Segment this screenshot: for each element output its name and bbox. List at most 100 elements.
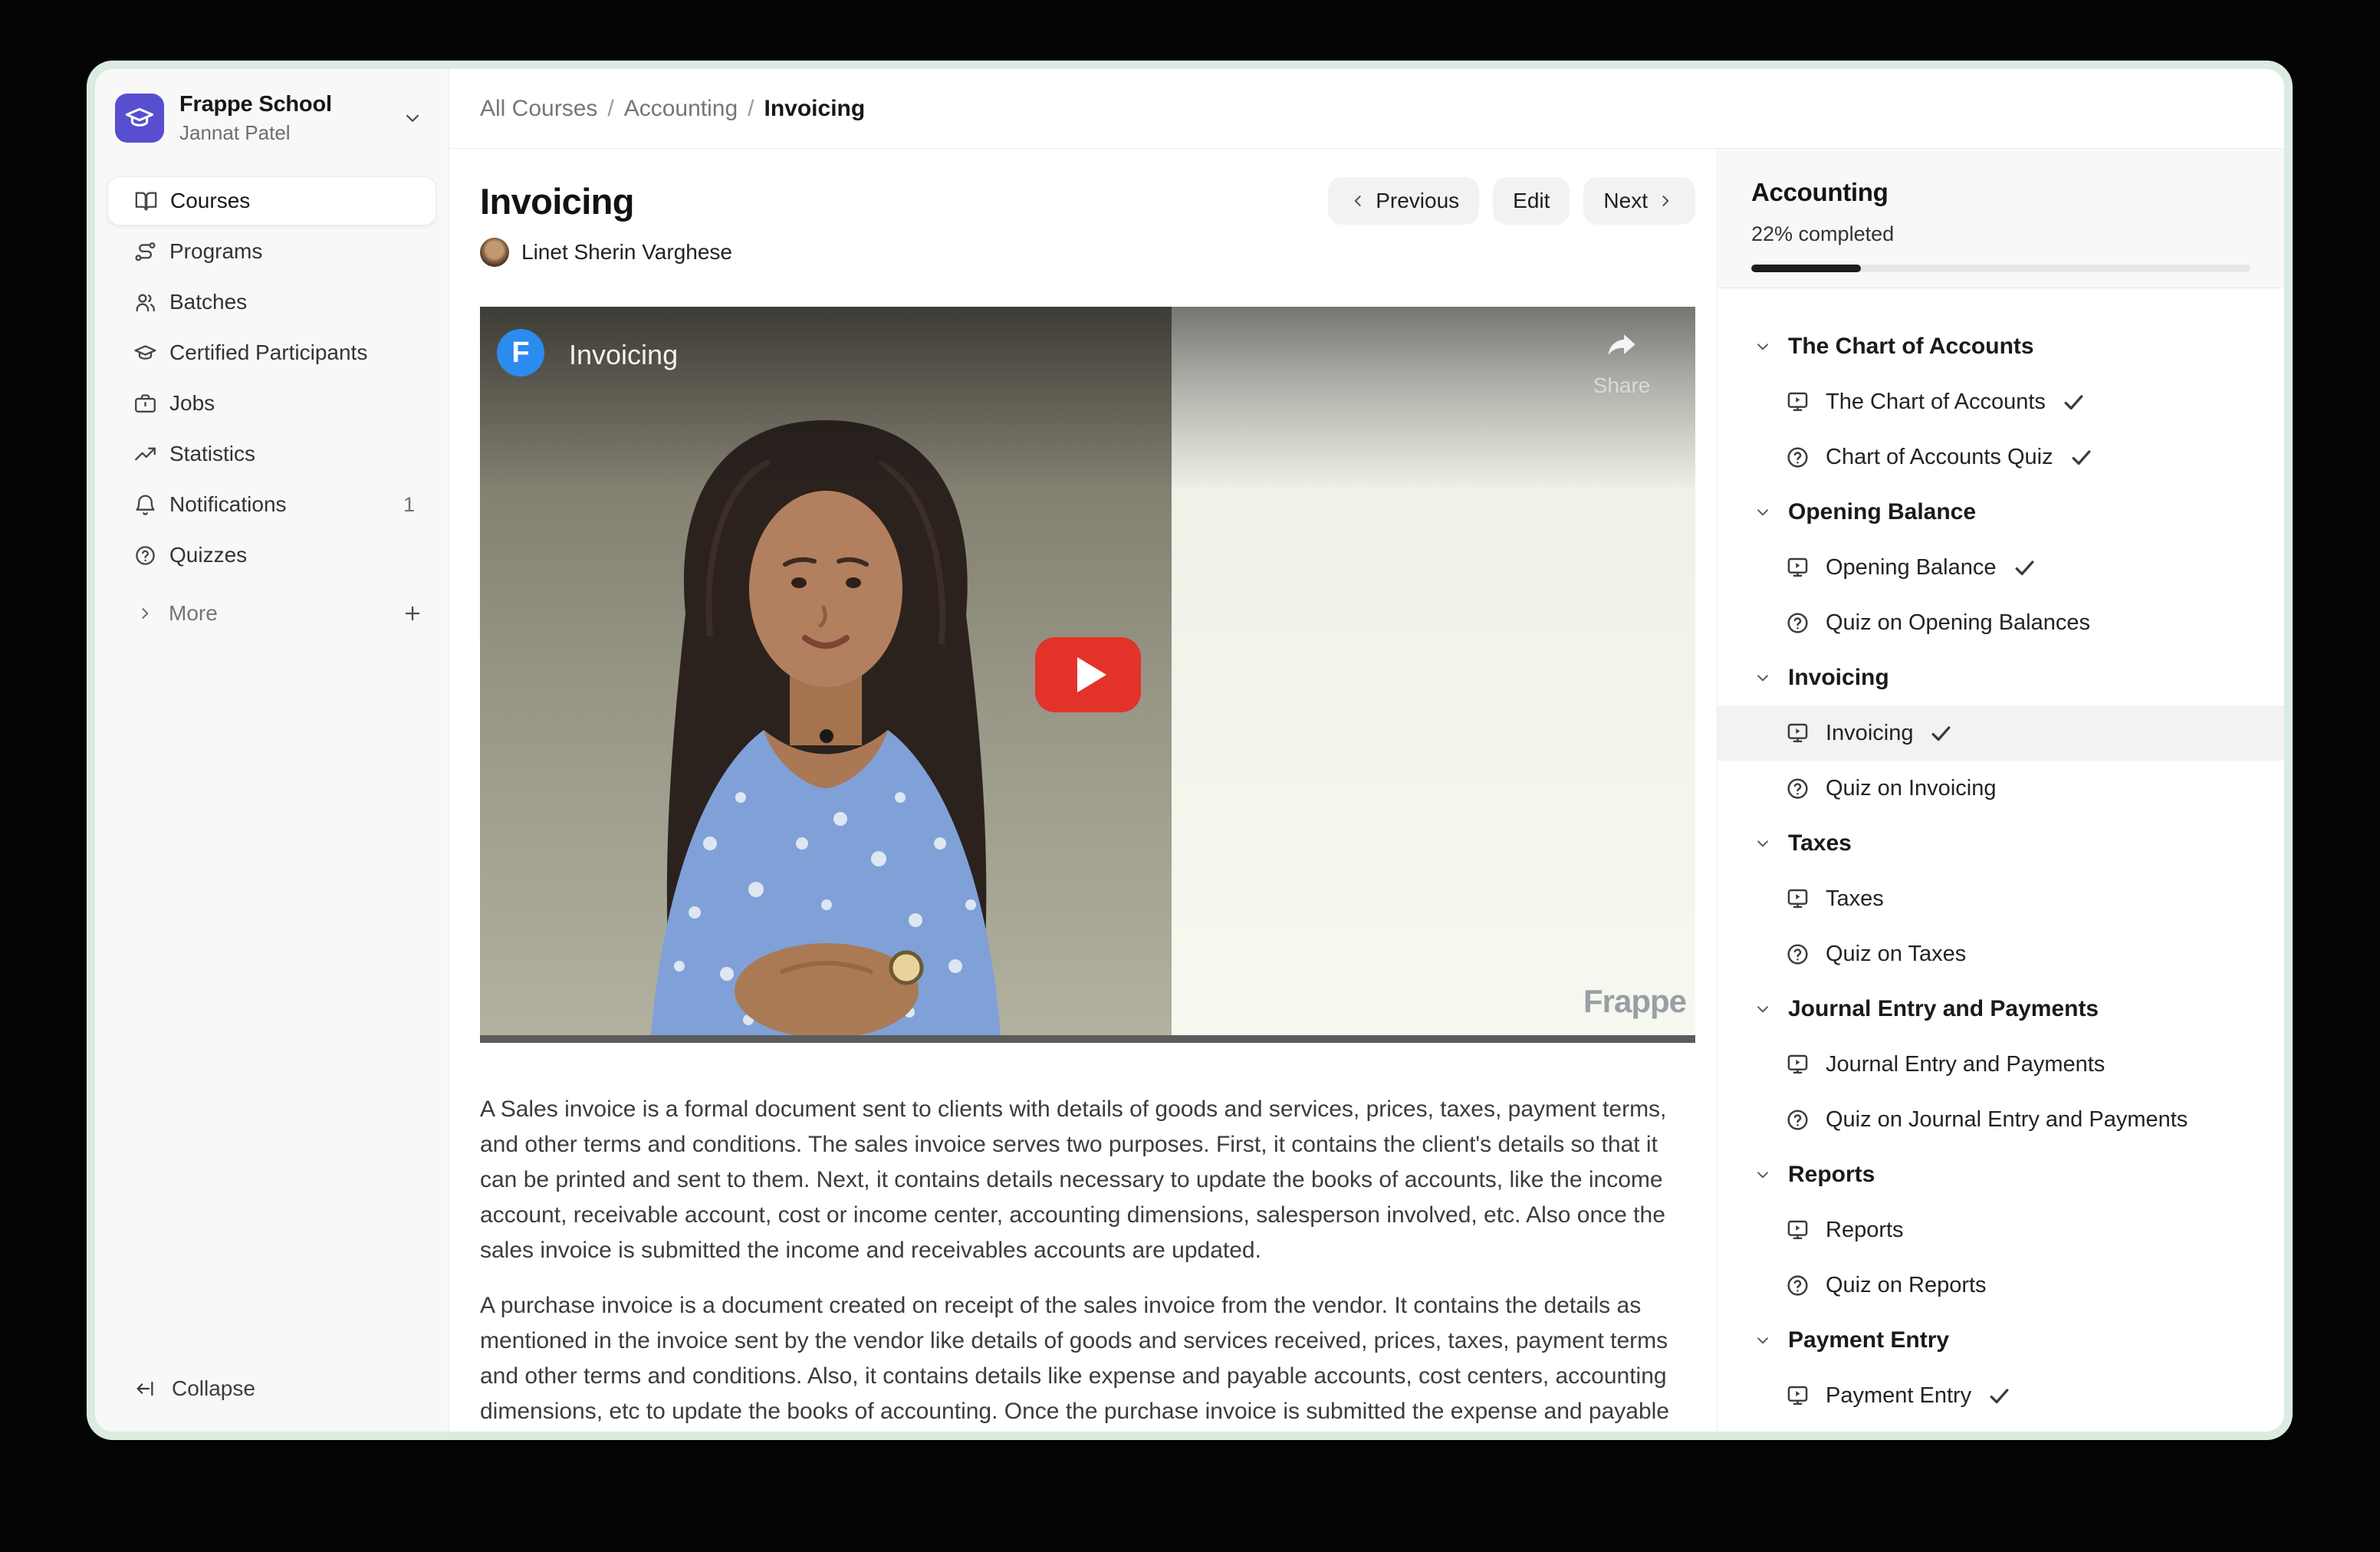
sidebar-item-label: Notifications xyxy=(169,492,287,517)
outline-item-quiz-on-opening-balances[interactable]: Quiz on Opening Balances xyxy=(1718,595,2284,650)
lesson-video-icon xyxy=(1785,721,1810,746)
outline-item-invoicing[interactable]: Invoicing xyxy=(1718,705,2284,761)
outline-item-label: Quiz on Reports xyxy=(1826,1273,1987,1298)
outline-item-label: Chart of Accounts Quiz xyxy=(1826,445,2053,470)
bell-icon xyxy=(133,493,157,517)
outline-section-taxes[interactable]: Taxes xyxy=(1718,816,2284,871)
sidebar-item-label: Programs xyxy=(169,239,262,264)
outline-item-quiz-on-invoicing[interactable]: Quiz on Invoicing xyxy=(1718,761,2284,816)
sidebar-item-quizzes[interactable]: Quizzes xyxy=(107,531,436,580)
users-icon xyxy=(133,291,157,314)
desktop-background: { "sidebar": { "school": { "name": "Frap… xyxy=(0,0,2380,1552)
main-content: Invoicing Previous Edit Next xyxy=(449,149,1717,1432)
outline-section-invoicing[interactable]: Invoicing xyxy=(1718,650,2284,705)
outline-section-title: Opening Balance xyxy=(1788,499,1976,525)
sidebar-item-courses[interactable]: Courses xyxy=(107,176,436,225)
edit-button[interactable]: Edit xyxy=(1493,177,1570,225)
outline-item-label: Quiz on Taxes xyxy=(1826,942,1966,967)
outline-item-chart-of-accounts-quiz[interactable]: Chart of Accounts Quiz xyxy=(1718,429,2284,485)
outline-item-payment-entry[interactable]: Payment Entry xyxy=(1718,1368,2284,1423)
play-button[interactable] xyxy=(1035,637,1141,712)
course-title: Accounting xyxy=(1751,178,2250,207)
edit-button-label: Edit xyxy=(1513,189,1550,213)
quiz-icon xyxy=(1785,942,1810,967)
video-player[interactable]: Accounting Dimensions F Invoicing Share xyxy=(480,307,1695,1043)
app-window: Frappe School Jannat Patel Courses Progra… xyxy=(87,61,2293,1440)
breadcrumb-link[interactable]: All Courses xyxy=(480,96,597,121)
chevron-down-icon xyxy=(1753,668,1773,688)
outline-item-opening-balance[interactable]: Opening Balance xyxy=(1718,540,2284,595)
sidebar-item-programs[interactable]: Programs xyxy=(107,227,436,276)
outline-section-journal-entry-and-payments[interactable]: Journal Entry and Payments xyxy=(1718,982,2284,1037)
school-user-name: Jannat Patel xyxy=(179,121,332,145)
lesson-paragraph: A purchase invoice is a document created… xyxy=(480,1288,1695,1429)
sidebar-item-notifications[interactable]: Notifications1 xyxy=(107,480,436,529)
outline-section-opening-balance[interactable]: Opening Balance xyxy=(1718,485,2284,540)
collapse-sidebar-button[interactable]: Collapse xyxy=(107,1366,436,1412)
lesson-video-icon xyxy=(1785,1383,1810,1409)
lesson-actions: Previous Edit Next xyxy=(1328,177,1695,225)
left-sidebar: Frappe School Jannat Patel Courses Progra… xyxy=(95,69,449,1432)
previous-button[interactable]: Previous xyxy=(1328,177,1479,225)
outline-section-the-chart-of-accounts[interactable]: The Chart of Accounts xyxy=(1718,319,2284,374)
outline-item-the-chart-of-accounts[interactable]: The Chart of Accounts xyxy=(1718,374,2284,429)
outline-item-label: The Chart of Accounts xyxy=(1826,390,2046,415)
lesson-paragraph: A Sales invoice is a formal document sen… xyxy=(480,1092,1695,1268)
chevron-down-icon xyxy=(1753,502,1773,522)
outline-item-taxes[interactable]: Taxes xyxy=(1718,871,2284,926)
sidebar-item-batches[interactable]: Batches xyxy=(107,278,436,327)
quiz-icon xyxy=(1785,1107,1810,1133)
sidebar-item-label: Jobs xyxy=(169,391,215,416)
book-open-icon xyxy=(134,189,158,213)
outline-item-label: Payment Entry xyxy=(1826,1383,1971,1409)
outline-item-journal-entry-and-payments[interactable]: Journal Entry and Payments xyxy=(1718,1037,2284,1092)
school-selector[interactable]: Frappe School Jannat Patel xyxy=(107,86,436,150)
outline-section-title: Payment Entry xyxy=(1788,1327,1949,1353)
sidebar-item-label: Quizzes xyxy=(169,543,247,567)
breadcrumb-current: Invoicing xyxy=(764,96,866,121)
chevron-down-icon xyxy=(1753,1330,1773,1350)
check-icon xyxy=(1928,721,1954,746)
trending-up-icon xyxy=(133,442,157,466)
outline-section-title: Reports xyxy=(1788,1162,1875,1188)
breadcrumb-separator: / xyxy=(607,96,613,121)
outline-item-quiz-on-journal-entry-and-payments[interactable]: Quiz on Journal Entry and Payments xyxy=(1718,1092,2284,1147)
outline-section-title: Invoicing xyxy=(1788,665,1889,691)
video-overlay-title[interactable]: Invoicing xyxy=(569,339,678,371)
outline-item-quiz-on-reports[interactable]: Quiz on Reports xyxy=(1718,1258,2284,1313)
program-icon xyxy=(133,240,157,264)
outline-item-label: Quiz on Journal Entry and Payments xyxy=(1826,1107,2188,1133)
outline-item-label: Opening Balance xyxy=(1826,555,1997,580)
outline-item-label: Reports xyxy=(1826,1218,1904,1243)
author-avatar xyxy=(480,238,509,267)
outline-section-title: Journal Entry and Payments xyxy=(1788,996,2099,1022)
sidebar-item-statistics[interactable]: Statistics xyxy=(107,429,436,478)
outline-section-reports[interactable]: Reports xyxy=(1718,1147,2284,1202)
outline-item-reports[interactable]: Reports xyxy=(1718,1202,2284,1258)
outline-item-label: Taxes xyxy=(1826,886,1884,912)
sidebar-item-certified-participants[interactable]: Certified Participants xyxy=(107,328,436,377)
outline-header: Accounting 22% completed xyxy=(1718,149,2284,288)
quiz-icon xyxy=(1785,776,1810,801)
share-button[interactable]: Share xyxy=(1585,328,1658,398)
breadcrumb-bar: All Courses/Accounting/Invoicing xyxy=(449,69,2284,149)
previous-button-label: Previous xyxy=(1376,189,1459,213)
chevron-right-icon xyxy=(135,603,155,623)
sidebar-item-jobs[interactable]: Jobs xyxy=(107,379,436,428)
outline-item-label: Quiz on Invoicing xyxy=(1826,776,1996,801)
chevron-down-icon[interactable] xyxy=(401,107,424,130)
lesson-video-icon xyxy=(1785,1218,1810,1243)
outline-item-quiz-on-taxes[interactable]: Quiz on Taxes xyxy=(1718,926,2284,982)
plus-icon[interactable] xyxy=(401,602,424,625)
breadcrumb-link[interactable]: Accounting xyxy=(624,96,738,121)
outline-section-payment-entry[interactable]: Payment Entry xyxy=(1718,1313,2284,1368)
channel-avatar[interactable]: F xyxy=(497,329,544,376)
chevron-left-icon xyxy=(1348,191,1368,211)
sidebar-item-label: Certified Participants xyxy=(169,340,367,365)
help-circle-icon xyxy=(133,544,157,567)
outline-item-label: Journal Entry and Payments xyxy=(1826,1052,2105,1077)
sidebar-item-more[interactable]: More xyxy=(107,589,436,638)
video-slide-panel: Accounting Dimensions xyxy=(1172,307,1695,1043)
next-button[interactable]: Next xyxy=(1583,177,1695,225)
video-progress-bar[interactable] xyxy=(480,1035,1695,1043)
